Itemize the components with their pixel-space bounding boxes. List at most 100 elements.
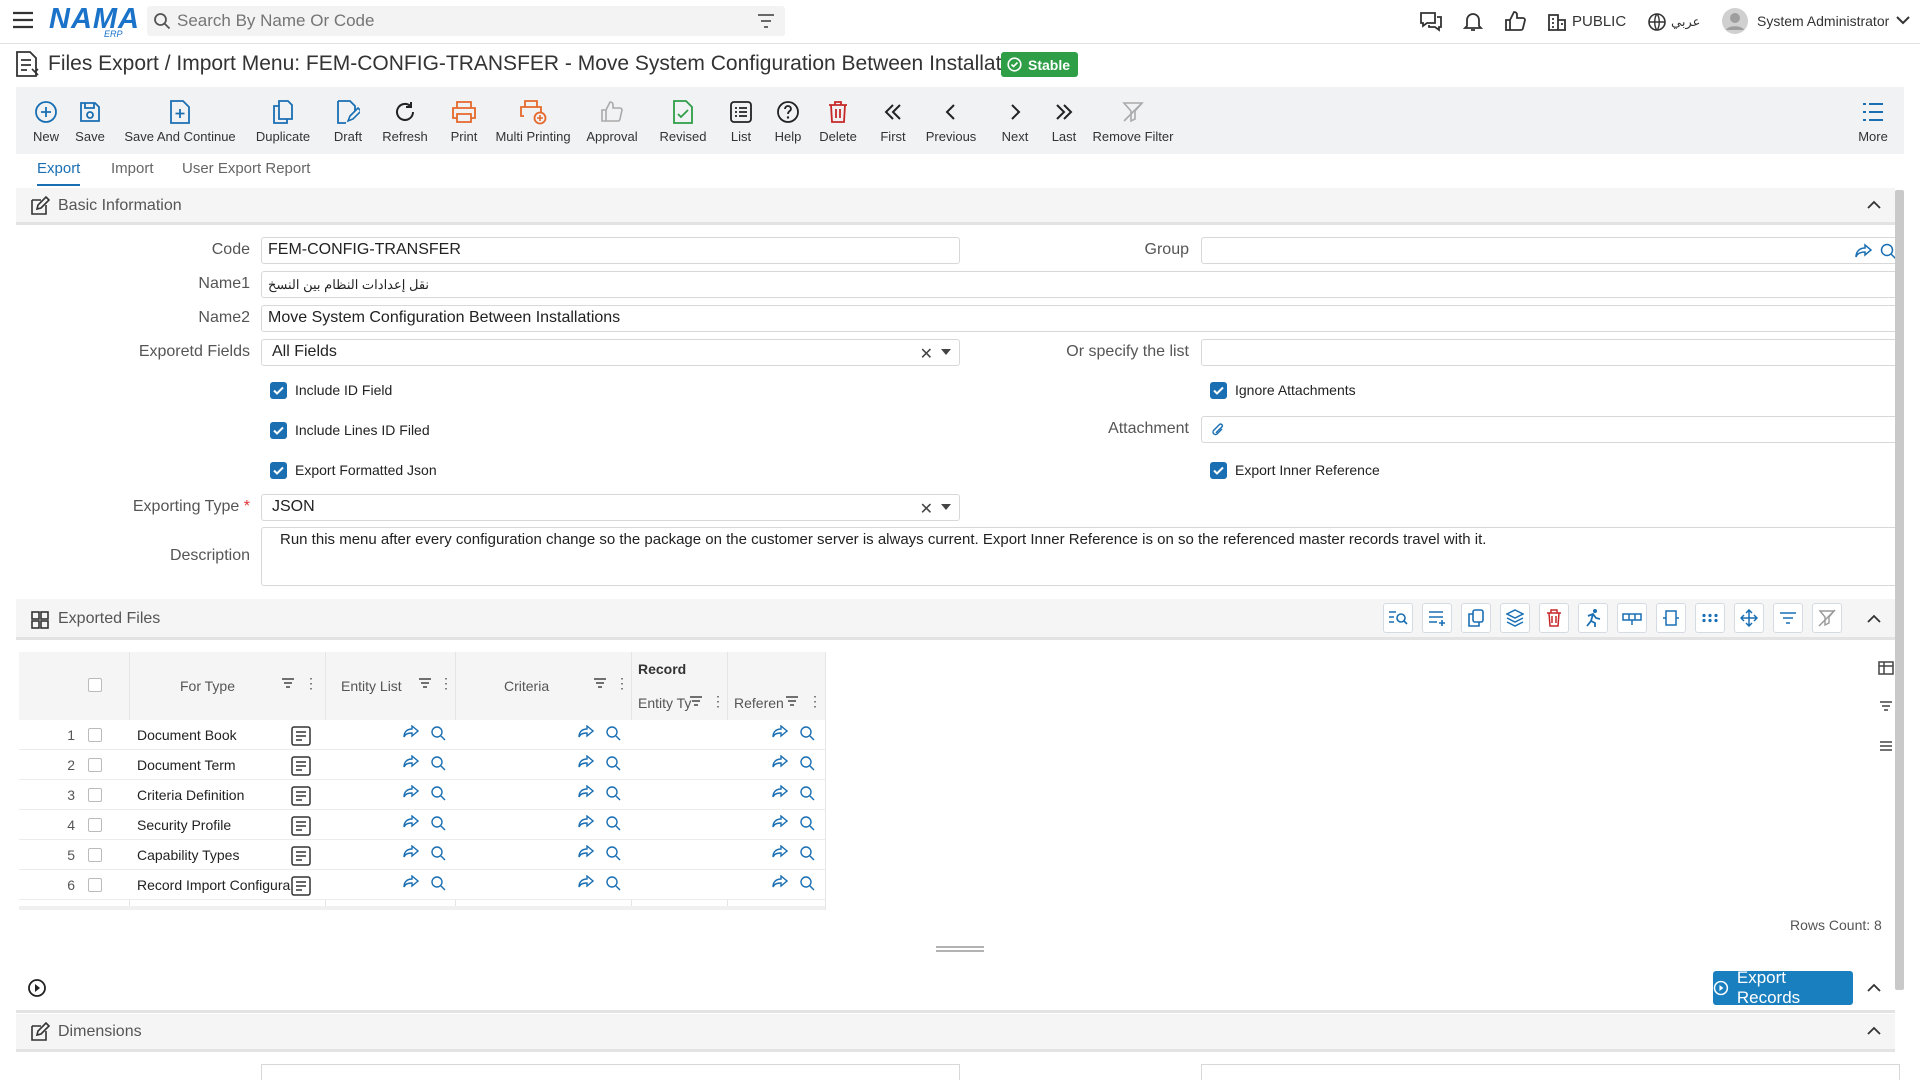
- search-link-icon[interactable]: [799, 875, 815, 891]
- search-link-icon[interactable]: [430, 815, 446, 831]
- group-field[interactable]: [1201, 237, 1900, 264]
- chevron-up-icon[interactable]: [1867, 614, 1881, 624]
- user-avatar-icon[interactable]: [1722, 8, 1748, 34]
- or-specify-field[interactable]: [1201, 339, 1900, 366]
- company-label[interactable]: PUBLIC: [1572, 13, 1626, 30]
- search-link-icon[interactable]: [605, 815, 621, 831]
- search-link-icon[interactable]: [799, 815, 815, 831]
- open-link-icon[interactable]: [772, 755, 788, 769]
- user-name[interactable]: System Administrator: [1757, 13, 1889, 29]
- filter-icon[interactable]: [593, 677, 607, 689]
- export-inner-reference-checkbox[interactable]: [1210, 462, 1227, 479]
- globe-icon[interactable]: [1647, 12, 1667, 32]
- for-type-cell[interactable]: Document Term: [137, 757, 309, 773]
- company-icon[interactable]: [1547, 12, 1567, 32]
- vertical-scrollbar[interactable]: [1895, 190, 1904, 990]
- filter-panel-icon[interactable]: [1879, 700, 1893, 712]
- code-field[interactable]: FEM-CONFIG-TRANSFER: [261, 237, 960, 264]
- grid-add-lines-button[interactable]: [1422, 603, 1452, 633]
- include-id-field-checkbox[interactable]: [270, 382, 287, 399]
- open-link-icon[interactable]: [403, 725, 419, 739]
- search-link-icon[interactable]: [430, 725, 446, 741]
- filter-icon[interactable]: [785, 695, 799, 707]
- chat-icon[interactable]: [1419, 10, 1443, 32]
- table-row[interactable]: 6 Record Import Configura: [19, 870, 825, 900]
- paperclip-icon[interactable]: [1210, 422, 1226, 438]
- open-link-icon[interactable]: [1855, 243, 1873, 259]
- basic-information-header[interactable]: Basic Information: [16, 188, 1895, 225]
- search-link-icon[interactable]: [430, 845, 446, 861]
- thumbs-up-icon[interactable]: [1504, 10, 1526, 32]
- for-type-cell[interactable]: Capability Types: [137, 847, 309, 863]
- open-link-icon[interactable]: [403, 875, 419, 889]
- more-button[interactable]: More: [1857, 87, 1889, 154]
- clear-icon[interactable]: ✕: [920, 499, 933, 519]
- row-checkbox[interactable]: [88, 788, 102, 802]
- print-button[interactable]: Print: [446, 87, 482, 154]
- refresh-button[interactable]: Refresh: [380, 87, 430, 154]
- exported-fields-select[interactable]: All Fields ✕: [261, 339, 960, 366]
- for-type-cell[interactable]: Document Book: [137, 727, 309, 743]
- table-row[interactable]: 4 Security Profile: [19, 810, 825, 840]
- grid-delete-button[interactable]: [1539, 603, 1569, 633]
- dimensions-header[interactable]: Dimensions: [16, 1014, 1895, 1052]
- search-link-icon[interactable]: [430, 755, 446, 771]
- revised-button[interactable]: Revised: [658, 87, 708, 154]
- col-criteria[interactable]: Criteria: [504, 678, 549, 694]
- search-input[interactable]: [177, 6, 737, 36]
- search-link-icon[interactable]: [605, 785, 621, 801]
- row-checkbox[interactable]: [88, 848, 102, 862]
- ignore-attachments-checkbox[interactable]: [1210, 382, 1227, 399]
- grid-move-button[interactable]: [1734, 603, 1764, 633]
- open-link-icon[interactable]: [403, 755, 419, 769]
- name2-field[interactable]: Move System Configuration Between Instal…: [261, 305, 1900, 332]
- search-link-icon[interactable]: [799, 785, 815, 801]
- search-link-icon[interactable]: [605, 755, 621, 771]
- column-menu-icon[interactable]: ⋮: [615, 675, 629, 692]
- open-link-icon[interactable]: [772, 845, 788, 859]
- export-formatted-json-checkbox[interactable]: [270, 462, 287, 479]
- save-and-continue-button[interactable]: Save And Continue: [124, 87, 236, 154]
- search-link-icon[interactable]: [430, 875, 446, 891]
- previous-button[interactable]: Previous: [926, 87, 976, 154]
- chevron-down-icon[interactable]: [1896, 15, 1910, 25]
- for-type-cell[interactable]: Security Profile: [137, 817, 309, 833]
- chevron-up-icon[interactable]: [1867, 1026, 1881, 1036]
- search-link-icon[interactable]: [605, 725, 621, 741]
- multi-printing-button[interactable]: Multi Printing: [495, 87, 571, 154]
- next-button[interactable]: Next: [1000, 87, 1030, 154]
- grid-columns-button[interactable]: [1617, 603, 1647, 633]
- resize-handle-icon[interactable]: [935, 945, 985, 953]
- delete-button[interactable]: Delete: [819, 87, 857, 154]
- tab-export[interactable]: Export: [37, 160, 81, 186]
- grid-fit-button[interactable]: [1656, 603, 1686, 633]
- chevron-up-icon[interactable]: [1867, 200, 1881, 210]
- row-checkbox[interactable]: [88, 878, 102, 892]
- exported-files-header[interactable]: Exported Files: [16, 599, 1895, 640]
- bell-icon[interactable]: [1462, 10, 1484, 32]
- open-link-icon[interactable]: [403, 845, 419, 859]
- open-link-icon[interactable]: [772, 815, 788, 829]
- grid-run-button[interactable]: [1578, 603, 1608, 633]
- search-link-icon[interactable]: [605, 875, 621, 891]
- export-records-button[interactable]: Export Records: [1713, 968, 1853, 1007]
- play-circle-icon[interactable]: [27, 978, 47, 998]
- col-entity-list[interactable]: Entity List: [341, 678, 402, 694]
- caret-down-icon[interactable]: [941, 349, 951, 355]
- row-checkbox[interactable]: [88, 818, 102, 832]
- language-label[interactable]: عربي: [1671, 14, 1700, 30]
- help-button[interactable]: Help: [773, 87, 803, 154]
- open-link-icon[interactable]: [403, 815, 419, 829]
- grid-copy-button[interactable]: [1461, 603, 1491, 633]
- column-menu-icon[interactable]: ⋮: [808, 693, 822, 710]
- for-type-cell[interactable]: Criteria Definition: [137, 787, 309, 803]
- select-all-checkbox[interactable]: [88, 678, 102, 692]
- filter-icon[interactable]: [281, 677, 295, 689]
- column-menu-icon[interactable]: ⋮: [711, 693, 725, 710]
- hamburger-menu-icon[interactable]: [12, 10, 36, 32]
- col-entity-type[interactable]: Entity Ty: [638, 695, 691, 711]
- row-checkbox[interactable]: [88, 728, 102, 742]
- open-link-icon[interactable]: [772, 725, 788, 739]
- caret-down-icon[interactable]: [941, 504, 951, 510]
- column-menu-icon[interactable]: ⋮: [304, 675, 318, 692]
